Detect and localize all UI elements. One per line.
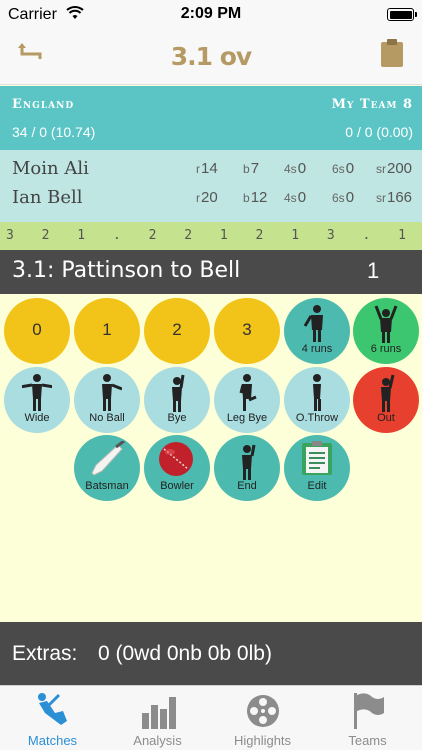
extras-value: 0 (0wd 0nb 0b 0lb): [98, 642, 272, 665]
umpire-four-icon: [303, 305, 323, 342]
tab-label: Highlights: [233, 733, 292, 748]
out-button[interactable]: Out: [353, 367, 419, 433]
umpire-out-icon: [381, 374, 395, 412]
umpire-overthrow-icon: [313, 374, 321, 411]
tab-bar: Matches Analysis Highlights Teams: [0, 685, 422, 750]
batsman-button[interactable]: Batsman: [74, 435, 140, 501]
umpire-leg-bye-icon: [239, 374, 257, 411]
zero-runs-button[interactable]: 0: [4, 298, 70, 364]
six-runs-button[interactable]: 6 runs: [353, 298, 419, 364]
flag-icon: [354, 693, 384, 729]
bowler-button[interactable]: Bowler: [144, 435, 210, 501]
sixes-stat: 6s0: [332, 189, 355, 206]
overthrow-button[interactable]: O.Throw: [284, 367, 350, 433]
no-ball-button[interactable]: No Ball: [74, 367, 140, 433]
clipboard-edit-icon: [302, 441, 332, 475]
film-reel-icon: [247, 695, 279, 727]
team-scores-panel: England My Team 8 34 / 0 (10.74) 0 / 0 (…: [0, 86, 422, 150]
navigation-bar: 3.1 ov: [0, 30, 422, 85]
current-ball-bar: 3.1: Pattinson to Bell 1: [0, 250, 422, 294]
end-button[interactable]: End: [214, 435, 280, 501]
umpire-end-icon: [242, 444, 256, 480]
bowling-team-score: 0 / 0 (0.00): [345, 124, 413, 140]
clock: 2:09 PM: [180, 5, 242, 22]
tab-teams[interactable]: Teams: [315, 686, 420, 750]
wide-button[interactable]: Wide: [4, 367, 70, 433]
page-title: 3.1 ov: [170, 42, 252, 71]
scoring-pad: 0 1 2 3 4 runs 6 runs Wide No Ball Bye L…: [0, 294, 422, 622]
batsman-name: Ian Bell: [12, 187, 83, 208]
strike-rate-stat: sr166: [376, 189, 413, 206]
batsman-row[interactable]: Moin Ali r14 b7 4s0 6s0 sr200: [0, 158, 422, 184]
umpire-bye-icon: [172, 374, 185, 412]
fours-stat: 4s0: [284, 160, 307, 177]
status-bar: Carrier 2:09 PM: [0, 0, 422, 30]
umpire-wide-icon: [22, 374, 52, 411]
umpire-six-icon: [374, 305, 398, 343]
bar-chart-icon: [142, 697, 176, 729]
tab-label: Matches: [27, 733, 78, 748]
extras-label: Extras:: [12, 642, 78, 665]
leg-bye-button[interactable]: Leg Bye: [214, 367, 280, 433]
batsmen-panel: Moin Ali r14 b7 4s0 6s0 sr200 Ian Bell r…: [0, 150, 422, 222]
edit-button[interactable]: Edit: [284, 435, 350, 501]
sixes-stat: 6s0: [332, 160, 355, 177]
tab-label: Analysis: [133, 733, 182, 748]
balls-stat: b7: [243, 160, 260, 177]
tab-label: Teams: [348, 733, 387, 748]
runs-stat: r14: [196, 160, 218, 177]
balls-stat: b12: [243, 189, 268, 206]
batsman-icon: [38, 693, 67, 725]
battery-icon: [387, 8, 417, 21]
clipboard-icon[interactable]: [380, 38, 404, 68]
strike-rate-stat: sr200: [376, 160, 413, 177]
umpire-no-ball-icon: [102, 374, 122, 411]
four-runs-button[interactable]: 4 runs: [284, 298, 350, 364]
ball-description: 3.1: Pattinson to Bell: [12, 258, 241, 283]
bye-button[interactable]: Bye: [144, 367, 210, 433]
batting-team-score: 34 / 0 (10.74): [12, 124, 96, 140]
tab-highlights[interactable]: Highlights: [210, 686, 315, 750]
two-runs-button[interactable]: 2: [144, 298, 210, 364]
cricket-ball-icon: [159, 442, 193, 476]
fours-stat: 4s0: [284, 189, 307, 206]
runs-stat: r20: [196, 189, 218, 206]
extras-bar: Extras: 0 (0wd 0nb 0b 0lb): [0, 622, 422, 685]
bowling-team-name: My Team 8: [331, 97, 413, 112]
batting-team-name: England: [12, 97, 75, 112]
tab-matches[interactable]: Matches: [0, 686, 105, 750]
three-runs-button[interactable]: 3: [214, 298, 280, 364]
ball-runs: 1: [367, 258, 380, 283]
one-run-button[interactable]: 1: [74, 298, 140, 364]
over-summary: 3 2 1 . 2 2 1 2 1 3 . 1: [0, 222, 422, 250]
cricket-bat-icon: [91, 441, 125, 476]
batsman-row[interactable]: Ian Bell r20 b12 4s0 6s0 sr166: [0, 187, 422, 213]
tab-analysis[interactable]: Analysis: [105, 686, 210, 750]
batsman-name: Moin Ali: [12, 158, 89, 179]
